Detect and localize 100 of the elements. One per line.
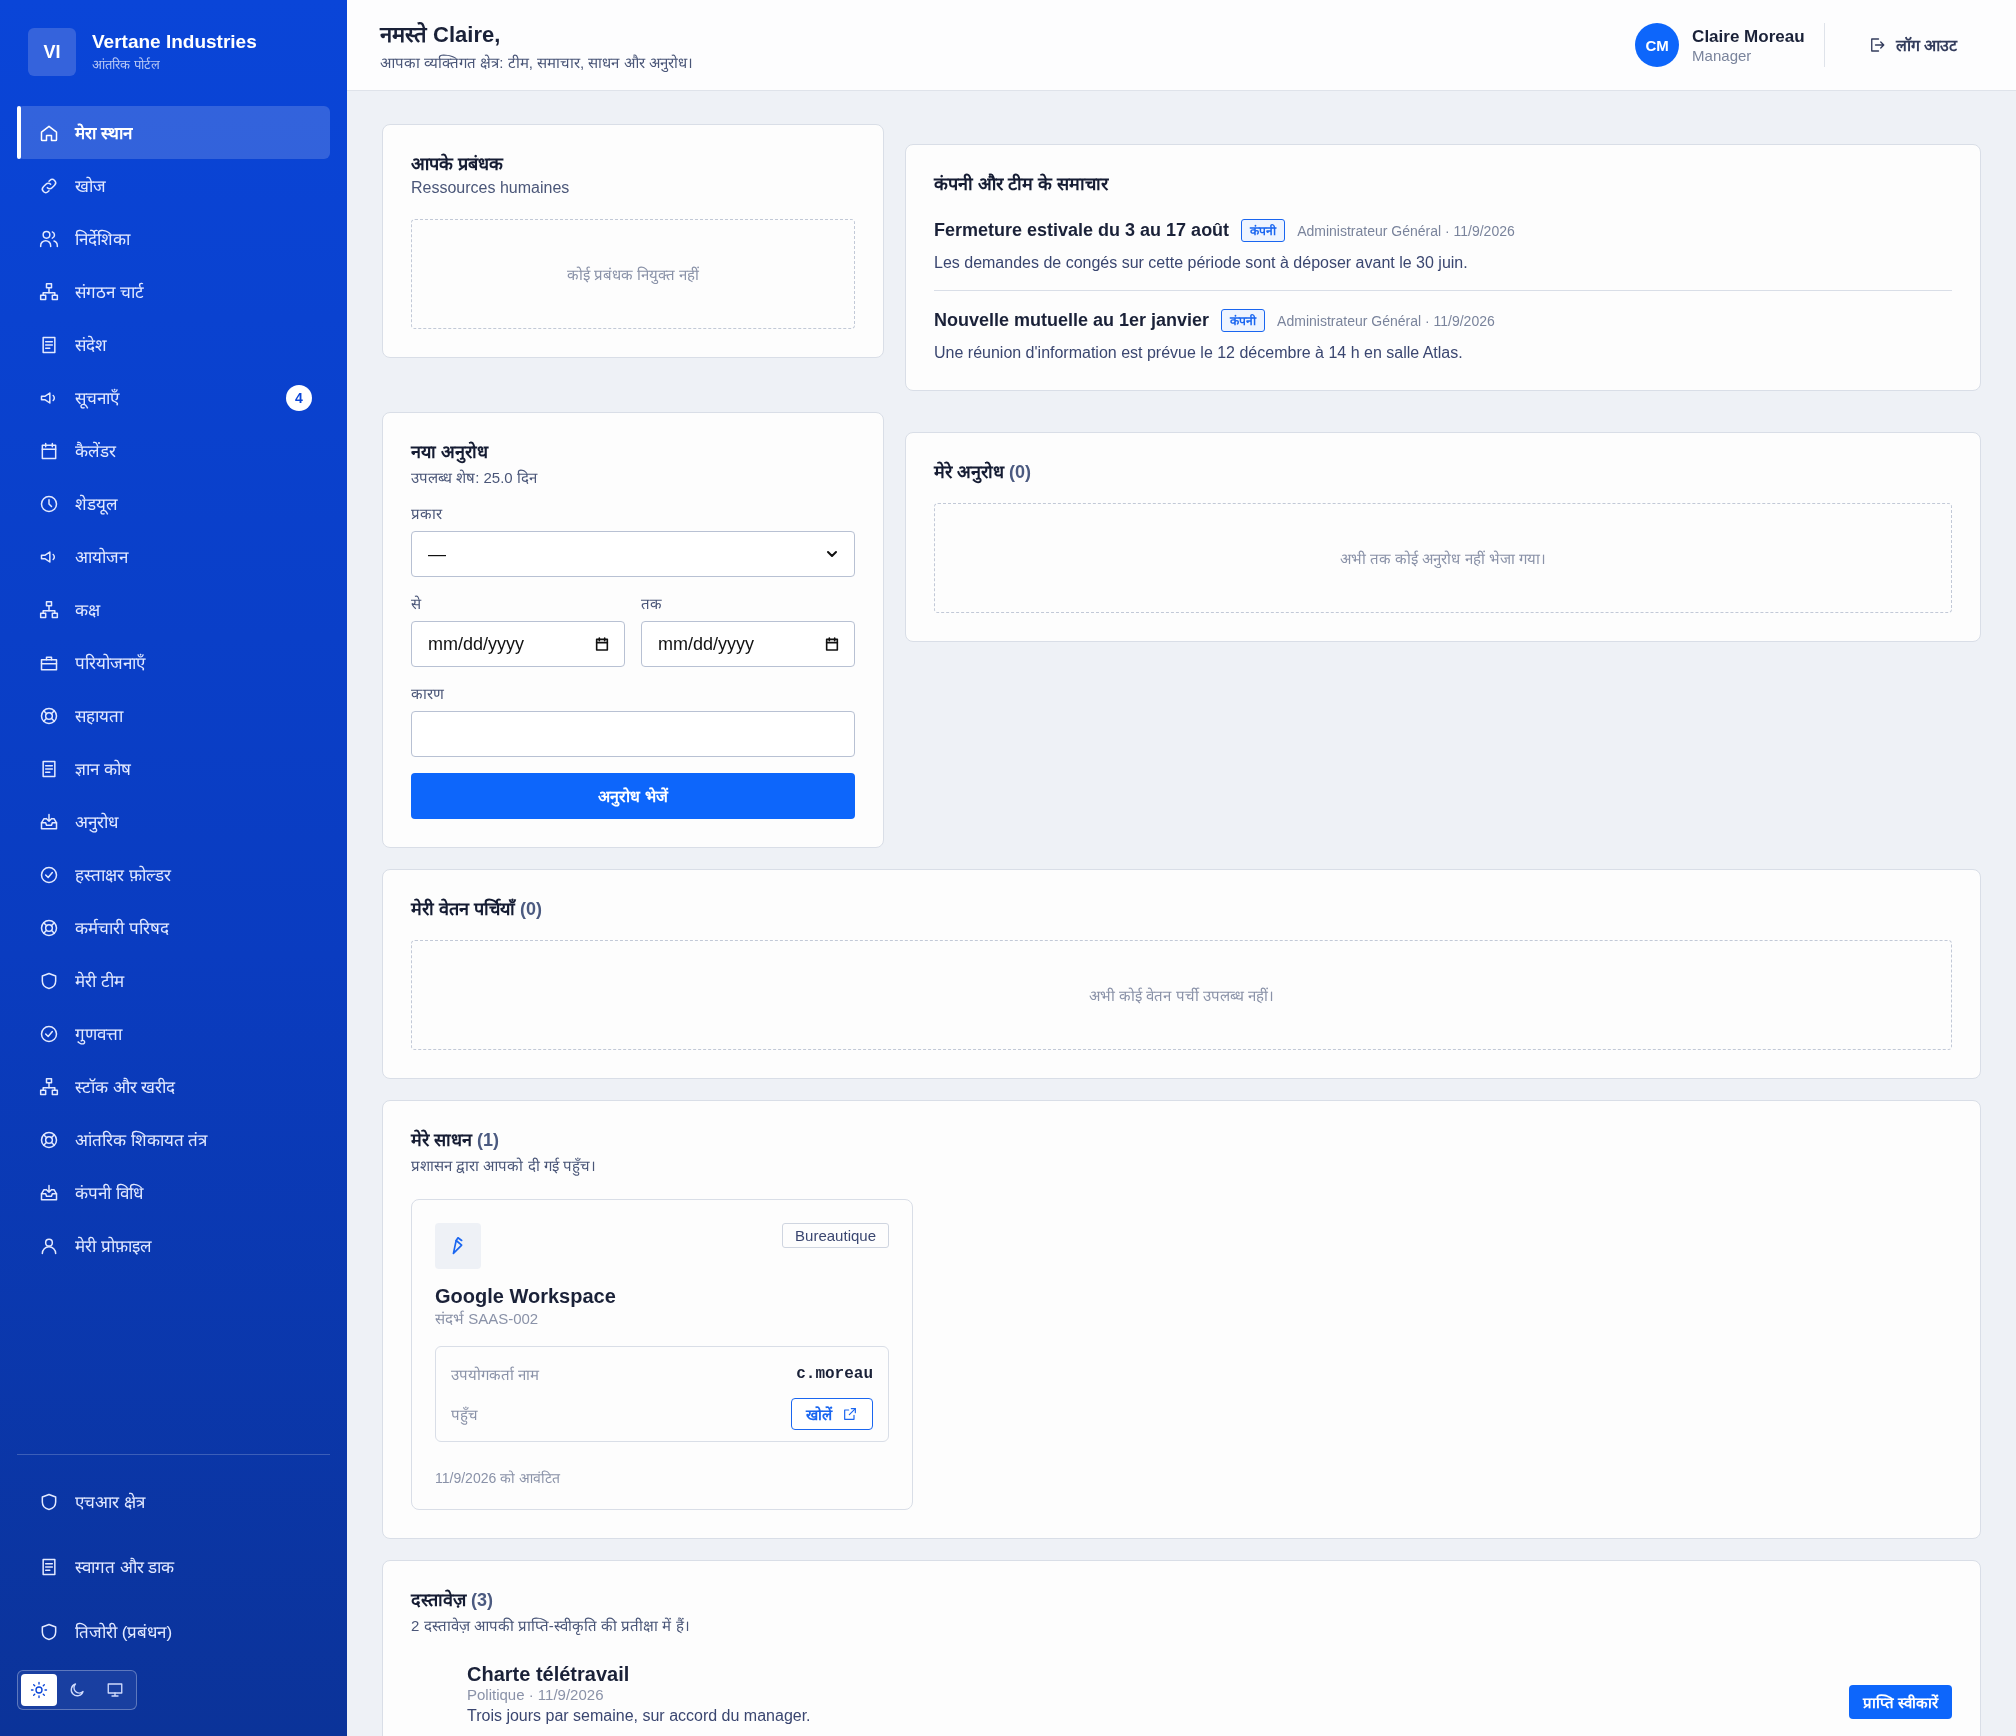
field-label: से [411, 594, 423, 613]
lifebuoy-icon [39, 705, 59, 726]
field-label: तक [641, 594, 663, 613]
news-title: Nouvelle mutuelle au 1er janvier [934, 310, 1210, 331]
news-meta: Administrateur Général · 11/9/2026 [1277, 312, 1495, 329]
monitor-icon [106, 1681, 124, 1699]
type-select[interactable]: — [411, 531, 855, 577]
org-chart-icon [39, 1076, 59, 1097]
card-title: दस्तावेज़ (3) [411, 1588, 494, 1611]
card-subtitle: Ressources humaines [411, 179, 571, 197]
calendar-icon [39, 440, 59, 461]
check-circle-icon [39, 864, 59, 885]
resource-reference: संदर्भ SAAS-002 [435, 1309, 540, 1328]
card-title: आपके प्रबंधक [411, 152, 505, 175]
nav-item[interactable]: कर्मचारी परिषद [17, 901, 330, 954]
nav-item[interactable]: सहायता [17, 689, 330, 742]
nav-item[interactable]: संगठन चार्ट [17, 265, 330, 318]
inbox-icon [39, 811, 59, 832]
document-icon [39, 1556, 59, 1577]
lifebuoy-icon [39, 1129, 59, 1150]
nav-item[interactable]: मेरी प्रोफ़ाइल [17, 1219, 330, 1272]
document-title: Charte télétravail [467, 1663, 631, 1686]
shield-icon [39, 1621, 59, 1642]
category-tag: Bureautique [782, 1223, 889, 1248]
nav-item[interactable]: आंतरिक शिकायत तंत्र [17, 1113, 330, 1166]
category-tag: कंपनी [1221, 309, 1266, 332]
count-badge: 4 [286, 384, 312, 411]
date-field[interactable]: mm/dd/yyyy [411, 621, 625, 667]
logo: VI [28, 28, 76, 76]
card-title: नया अनुरोध [411, 440, 490, 463]
org-chart-icon [39, 599, 59, 620]
card-subtitle: प्रशासन द्वारा आपको दी गई पहुँच। [411, 1156, 597, 1175]
document-icon [39, 334, 59, 355]
shield-icon [39, 1491, 59, 1512]
clock-icon [39, 493, 59, 514]
nav-item[interactable]: कंपनी विधि [17, 1166, 330, 1219]
news-body: Les demandes de congés sur cette période sont à déposer avant le 30 juin. [934, 254, 1469, 272]
nav-item[interactable]: संदेश [17, 318, 330, 371]
nav-item[interactable]: कैलेंडर [17, 424, 330, 477]
people-icon [39, 228, 59, 249]
news-meta: Administrateur Général · 11/9/2026 [1297, 222, 1515, 239]
nav-item[interactable]: खोज [17, 159, 330, 212]
user-name: Claire Moreau [1692, 26, 1805, 47]
calendar-icon [594, 636, 610, 652]
card-title: कंपनी और टीम के समाचार [934, 172, 1110, 195]
link-icon [39, 175, 59, 196]
reason-field[interactable] [411, 711, 855, 757]
light-theme-button[interactable] [21, 1674, 57, 1706]
nav-item[interactable]: एचआर क्षेत्र [17, 1469, 330, 1534]
field-label: पहुँच [451, 1405, 478, 1424]
org-chart-icon [39, 281, 59, 302]
date-field[interactable]: mm/dd/yyyy [641, 621, 855, 667]
nav-item[interactable]: परियोजनाएँ [17, 636, 330, 689]
card-title: मेरे साधन (1) [411, 1128, 500, 1151]
portal-subtitle: आंतरिक पोर्टल [92, 56, 161, 73]
user-role: Manager [1692, 46, 1753, 64]
nav-item[interactable]: गुणवत्ता [17, 1007, 330, 1060]
card-subtitle: 2 दस्तावेज़ आपकी प्राप्ति-स्वीकृति की प्रतीक्षा में हैं। [411, 1616, 691, 1635]
field-label: कारण [411, 684, 445, 703]
nav-item[interactable]: मेरा स्थान [17, 106, 330, 159]
card-title: मेरे अनुरोध (0) [934, 460, 1032, 483]
avatar: CM [1635, 23, 1680, 67]
open-button[interactable]: खोलें [791, 1398, 873, 1430]
greeting: नमस्ते Claire, [380, 21, 502, 48]
field-label: प्रकार [411, 504, 444, 523]
nav-item[interactable]: स्वागत और डाक [17, 1534, 330, 1599]
external-link-icon [842, 1406, 858, 1422]
inbox-icon [39, 1182, 59, 1203]
nav-item[interactable]: सूचनाएँ 4 [17, 371, 330, 424]
submit-button[interactable]: अनुरोध भेजें [411, 773, 855, 819]
calendar-icon [824, 636, 840, 652]
pen-icon [435, 1223, 481, 1269]
nav-item[interactable]: निर्देशिका [17, 212, 330, 265]
document-icon [39, 758, 59, 779]
nav-item[interactable]: मेरी टीम [17, 954, 330, 1007]
nav-item[interactable]: शेडयूल [17, 477, 330, 530]
sun-icon [30, 1681, 48, 1699]
acknowledge-button[interactable]: प्राप्ति स्वीकारें [1848, 1685, 1952, 1719]
empty-state: अभी तक कोई अनुरोध नहीं भेजा गया। [934, 503, 1952, 613]
empty-state: अभी कोई वेतन पर्ची उपलब्ध नहीं। [411, 940, 1952, 1050]
news-body: Une réunion d'information est prévue le 12 décembre à 14 h en salle Atlas. [934, 344, 1464, 362]
moon-icon [68, 1681, 86, 1699]
check-circle-icon [39, 1023, 59, 1044]
nav-item[interactable]: कक्ष [17, 583, 330, 636]
empty-state: कोई प्रबंधक नियुक्त नहीं [411, 219, 855, 329]
field-label: उपयोगकर्ता नाम [451, 1365, 540, 1384]
document-description: Trois jours par semaine, sur accord du manager. [467, 1707, 811, 1725]
username-value: c.moreau [796, 1365, 873, 1383]
logout-button[interactable]: लॉग आउट [1863, 28, 1961, 62]
nav-item[interactable]: अनुरोध [17, 795, 330, 848]
nav-item[interactable]: हस्ताक्षर फ़ोल्डर [17, 848, 330, 901]
nav-item[interactable]: स्टॉक और खरीद [17, 1060, 330, 1113]
balance-text: उपलब्ध शेष: 25.0 दिन [411, 468, 539, 487]
nav-item[interactable]: आयोजन [17, 530, 330, 583]
category-tag: कंपनी [1241, 219, 1286, 242]
nav-item[interactable]: ज्ञान कोष [17, 742, 330, 795]
greeting-subtitle: आपका व्यक्तिगत क्षेत्र: टीम, समाचार, साधन और अनुरोध। [380, 53, 693, 72]
resource-name: Google Workspace [435, 1285, 617, 1308]
card-title: मेरी वेतन पर्चियाँ (0) [411, 897, 543, 920]
nav-item[interactable]: तिजोरी (प्रबंधन) [17, 1599, 330, 1664]
